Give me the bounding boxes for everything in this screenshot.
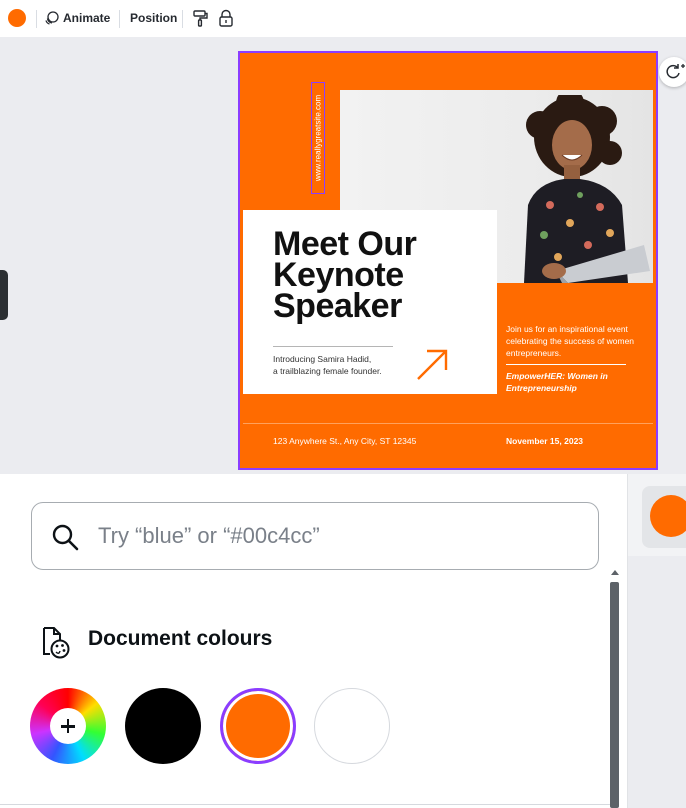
colour-search-box[interactable] — [31, 502, 599, 570]
plus-icon — [50, 708, 86, 744]
footer-divider — [243, 423, 653, 424]
section-title: Document colours — [88, 627, 273, 650]
text-colour-button[interactable] — [8, 9, 26, 27]
colour-panel: Document colours — [0, 474, 627, 808]
editor-toolbar: Animate Position — [0, 0, 686, 37]
colour-swatch-white[interactable] — [314, 688, 390, 764]
colour-swatch-black[interactable] — [125, 688, 201, 764]
arrow-up-right-icon[interactable] — [415, 346, 451, 382]
panel-scrollbar[interactable] — [608, 570, 620, 808]
event-address[interactable]: 123 Anywhere St., Any City, ST 12345 — [273, 436, 416, 446]
toolbar-divider — [36, 10, 37, 28]
side-strip-background — [628, 556, 686, 808]
section-divider — [0, 804, 610, 805]
headline[interactable]: Meet Our Keynote Speaker — [273, 227, 473, 325]
website-url: www.reallygreatsite.com — [313, 94, 323, 182]
position-label: Position — [130, 11, 178, 25]
active-colour-tile[interactable] — [642, 486, 686, 548]
headline-line: Speaker — [273, 287, 402, 325]
website-url-textbox[interactable]: www.reallygreatsite.com — [311, 82, 325, 194]
description-divider — [506, 364, 626, 365]
design-page[interactable]: www.reallygreatsite.com Meet Our Keynote… — [238, 51, 658, 470]
design-canvas: www.reallygreatsite.com Meet Our Keynote… — [0, 37, 686, 474]
intro-line: Introducing Samira Hadid, — [273, 354, 372, 364]
speaker-photo — [524, 95, 650, 283]
animate-button[interactable]: Animate — [45, 6, 110, 30]
animate-label: Animate — [63, 11, 111, 25]
paint-roller-icon[interactable] — [192, 9, 210, 27]
toolbar-divider — [182, 10, 183, 28]
colour-search-input[interactable] — [98, 521, 578, 551]
search-icon — [52, 524, 79, 551]
scroll-up-arrow[interactable] — [611, 570, 619, 575]
event-description[interactable]: Join us for an inspirational event celeb… — [506, 323, 636, 359]
intro-line: a trailblazing female founder. — [273, 366, 382, 376]
intro-text[interactable]: Introducing Samira Hadid, a trailblazing… — [273, 353, 382, 377]
colour-swatch-orange[interactable] — [220, 688, 296, 764]
refresh-comment-icon — [666, 64, 685, 79]
animate-icon — [45, 11, 59, 25]
add-colour-swatch[interactable] — [30, 688, 106, 764]
lock-icon[interactable] — [217, 9, 235, 27]
add-comment-button[interactable] — [659, 57, 686, 87]
intro-divider — [273, 346, 393, 347]
side-colour-strip — [627, 474, 686, 808]
side-panel-handle[interactable] — [0, 270, 8, 320]
document-colours-icon — [43, 627, 70, 659]
scrollbar-thumb[interactable] — [610, 582, 619, 808]
toolbar-divider — [119, 10, 120, 28]
event-date[interactable]: November 15, 2023 — [506, 436, 583, 446]
active-colour-dot — [650, 495, 686, 537]
position-button[interactable]: Position — [130, 6, 177, 30]
event-tagline[interactable]: EmpowerHER: Women in Entrepreneurship — [506, 370, 636, 394]
